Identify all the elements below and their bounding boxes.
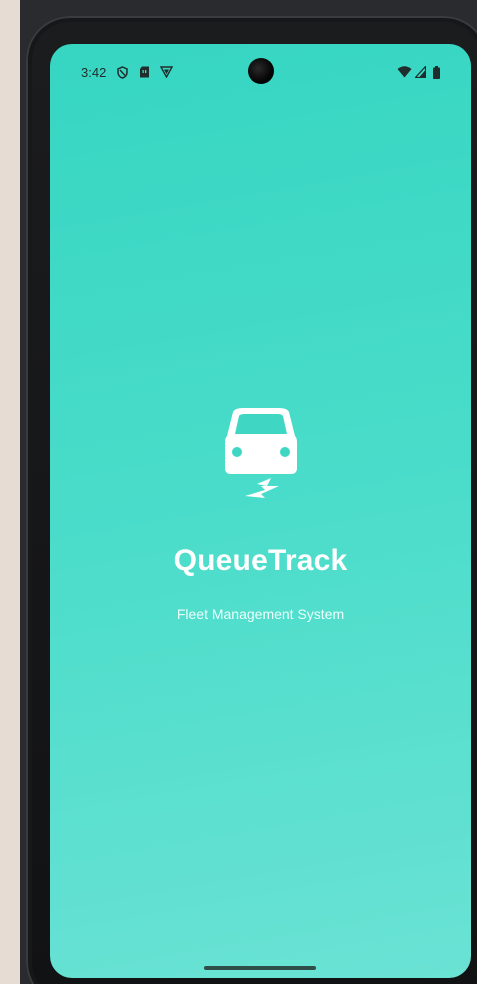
car-charging-icon [50, 406, 471, 506]
splash-content: QueueTrack Fleet Management System [50, 406, 471, 622]
emulator-window: 3:42 QueueTrack Fleet Management System [0, 0, 477, 984]
splash-screen: 3:42 QueueTrack Fleet Management System [50, 44, 471, 978]
app-title: QueueTrack [173, 544, 348, 577]
status-time: 3:42 [81, 65, 107, 80]
status-bar: 3:42 [50, 44, 471, 100]
sim-card-icon [138, 65, 150, 79]
home-indicator[interactable] [204, 966, 316, 970]
app-notification-icon [159, 65, 173, 79]
vpn-shield-icon [116, 65, 128, 79]
cellular-signal-icon [414, 65, 426, 79]
desktop-background [0, 0, 20, 984]
wifi-icon [396, 65, 412, 79]
battery-icon [432, 65, 440, 79]
app-subtitle: Fleet Management System [176, 606, 345, 622]
front-camera [248, 58, 274, 84]
